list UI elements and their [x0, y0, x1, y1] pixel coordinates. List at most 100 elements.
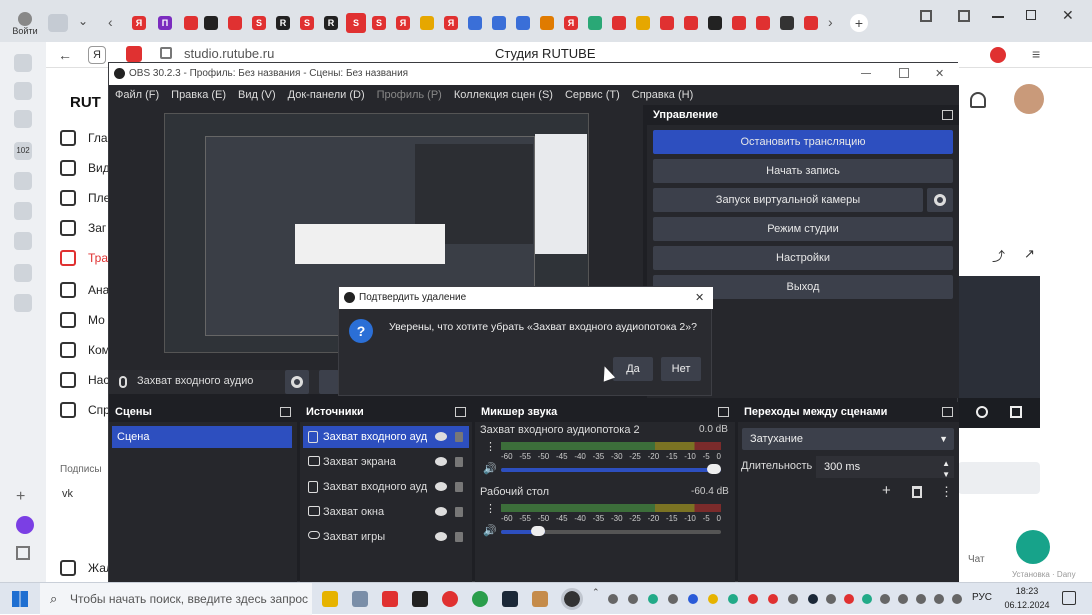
tab-yandex6-icon[interactable]: [612, 16, 626, 30]
kebab-menu-icon[interactable]: ⋮: [485, 440, 496, 453]
tray-volume-icon[interactable]: [952, 594, 962, 604]
tab-s3-icon[interactable]: S: [372, 16, 386, 30]
lock-icon[interactable]: [455, 432, 463, 442]
settings-button[interactable]: Настройки: [653, 246, 953, 270]
tab-yellow-icon[interactable]: [420, 16, 434, 30]
chrome-icon[interactable]: [472, 591, 488, 607]
tray-red-icon[interactable]: [748, 594, 758, 604]
tab-group-icon[interactable]: [48, 14, 68, 32]
undock-icon[interactable]: [718, 407, 729, 417]
collections-icon[interactable]: [920, 10, 932, 22]
lock-icon[interactable]: [455, 507, 463, 517]
tray-app-icon[interactable]: [668, 594, 678, 604]
tab-yandex9-icon[interactable]: [732, 16, 746, 30]
menu-docks[interactable]: Док-панели (D): [282, 85, 371, 105]
eye-icon[interactable]: [435, 482, 447, 491]
tray-app2-icon[interactable]: [728, 594, 738, 604]
close-icon[interactable]: ✕: [1062, 7, 1074, 24]
studio-mode-button[interactable]: Режим студии: [653, 217, 953, 241]
tray-green-icon[interactable]: [648, 594, 658, 604]
alice-icon[interactable]: [990, 47, 1006, 63]
fullscreen-icon[interactable]: [1010, 406, 1022, 418]
duration-spinbox[interactable]: 300 ms ▲ ▼: [816, 456, 954, 479]
tray-network-icon[interactable]: [916, 594, 926, 604]
chevron-down-icon[interactable]: ⌄: [78, 14, 88, 28]
tab-chart-icon[interactable]: [540, 16, 554, 30]
menu-view[interactable]: Вид (V): [232, 85, 282, 105]
preview-settings-icon[interactable]: [976, 406, 988, 418]
undock-icon[interactable]: [280, 407, 291, 417]
tray-bluetooth-icon[interactable]: [688, 594, 698, 604]
tabs-prev-icon[interactable]: ‹: [108, 14, 113, 30]
tabs-next-icon[interactable]: ›: [828, 14, 833, 30]
obs-minimize-icon[interactable]: [861, 73, 871, 74]
rt-menu-streams[interactable]: Тра: [60, 248, 108, 268]
rail-downloads-icon[interactable]: [14, 232, 32, 250]
tab-yandex7-icon[interactable]: [660, 16, 674, 30]
tray-steam-icon[interactable]: [808, 594, 818, 604]
rutube-logo[interactable]: RUT: [70, 94, 101, 111]
tab-yandex4-icon[interactable]: Я: [444, 16, 458, 30]
menu-help[interactable]: Справка (H): [626, 85, 699, 105]
tray-display-icon[interactable]: [934, 594, 944, 604]
url-text[interactable]: studio.rutube.ru: [184, 46, 274, 61]
source-item[interactable]: Захват игры: [303, 526, 469, 548]
undock-icon[interactable]: [942, 110, 953, 120]
steam-icon[interactable]: [502, 591, 518, 607]
rt-menu-video[interactable]: Вид: [60, 158, 110, 178]
rt-menu-main[interactable]: Гла: [60, 128, 108, 148]
tray-yandex-icon[interactable]: [844, 594, 854, 604]
tray-expand-icon[interactable]: ⌃: [592, 587, 600, 598]
dialog-close-icon[interactable]: ✕: [695, 287, 704, 309]
tab-green-icon[interactable]: [588, 16, 602, 30]
rt-menu-upload[interactable]: Заг: [60, 218, 106, 238]
undock-icon[interactable]: [942, 407, 953, 417]
eye-icon[interactable]: [435, 507, 447, 516]
rail-history-icon[interactable]: [14, 202, 32, 220]
speaker-icon[interactable]: 🔊: [483, 524, 497, 537]
rail-add-icon[interactable]: +: [16, 488, 25, 506]
tab-bow-icon[interactable]: [780, 16, 794, 30]
tab-dark-icon[interactable]: [708, 16, 722, 30]
rt-menu-monetization[interactable]: Мо: [60, 310, 105, 330]
kebab-menu-icon[interactable]: ⋮: [485, 502, 496, 515]
rail-music-icon[interactable]: [14, 172, 32, 190]
tray-app3-icon[interactable]: [788, 594, 798, 604]
yandex-icon[interactable]: [442, 591, 458, 607]
tab-s-icon[interactable]: S: [252, 16, 266, 30]
menu-scene-collection[interactable]: Коллекция сцен (S): [448, 85, 559, 105]
rt-report[interactable]: Жал: [60, 558, 113, 578]
volume-slider[interactable]: [501, 464, 721, 474]
capcut-icon[interactable]: [412, 591, 428, 607]
tab-yandex8-icon[interactable]: [684, 16, 698, 30]
menu-profile[interactable]: Профиль (P): [371, 85, 448, 105]
eye-icon[interactable]: [435, 432, 447, 441]
chat-fab-button[interactable]: [1016, 530, 1050, 564]
source-item[interactable]: Захват входного ауд: [303, 426, 469, 448]
explorer-icon[interactable]: [322, 591, 338, 607]
volume-slider[interactable]: [501, 526, 721, 536]
tray-app5-icon[interactable]: [880, 594, 890, 604]
back-icon[interactable]: ←: [58, 47, 72, 63]
tray-app4-icon[interactable]: [862, 594, 872, 604]
user-avatar[interactable]: [1014, 84, 1044, 114]
obs-taskbar-icon[interactable]: [561, 588, 583, 610]
open-external-icon[interactable]: ↗: [1024, 246, 1035, 262]
tab-yandex5-icon[interactable]: Я: [564, 16, 578, 30]
tab-yandex2-icon[interactable]: [184, 16, 198, 30]
start-virtual-camera-button[interactable]: Запуск виртуальной камеры: [653, 188, 923, 212]
lock-icon[interactable]: [455, 532, 463, 542]
source-properties-button[interactable]: [285, 370, 309, 394]
stop-streaming-button[interactable]: Остановить трансляцию: [653, 130, 953, 154]
lock-icon[interactable]: [455, 482, 463, 492]
rt-menu-help[interactable]: Спр: [60, 400, 110, 420]
tab-r2-icon[interactable]: R: [324, 16, 338, 30]
rt-menu-analytics[interactable]: Ана: [60, 280, 109, 300]
share-icon[interactable]: ⤴: [992, 246, 1005, 265]
undock-icon[interactable]: [455, 407, 466, 417]
tab-youtube-icon[interactable]: [228, 16, 242, 30]
eye-icon[interactable]: [435, 532, 447, 541]
tab-twitch-icon[interactable]: П: [158, 16, 172, 30]
menu-file[interactable]: Файл (F): [109, 85, 165, 105]
minimize-icon[interactable]: [992, 16, 1004, 18]
